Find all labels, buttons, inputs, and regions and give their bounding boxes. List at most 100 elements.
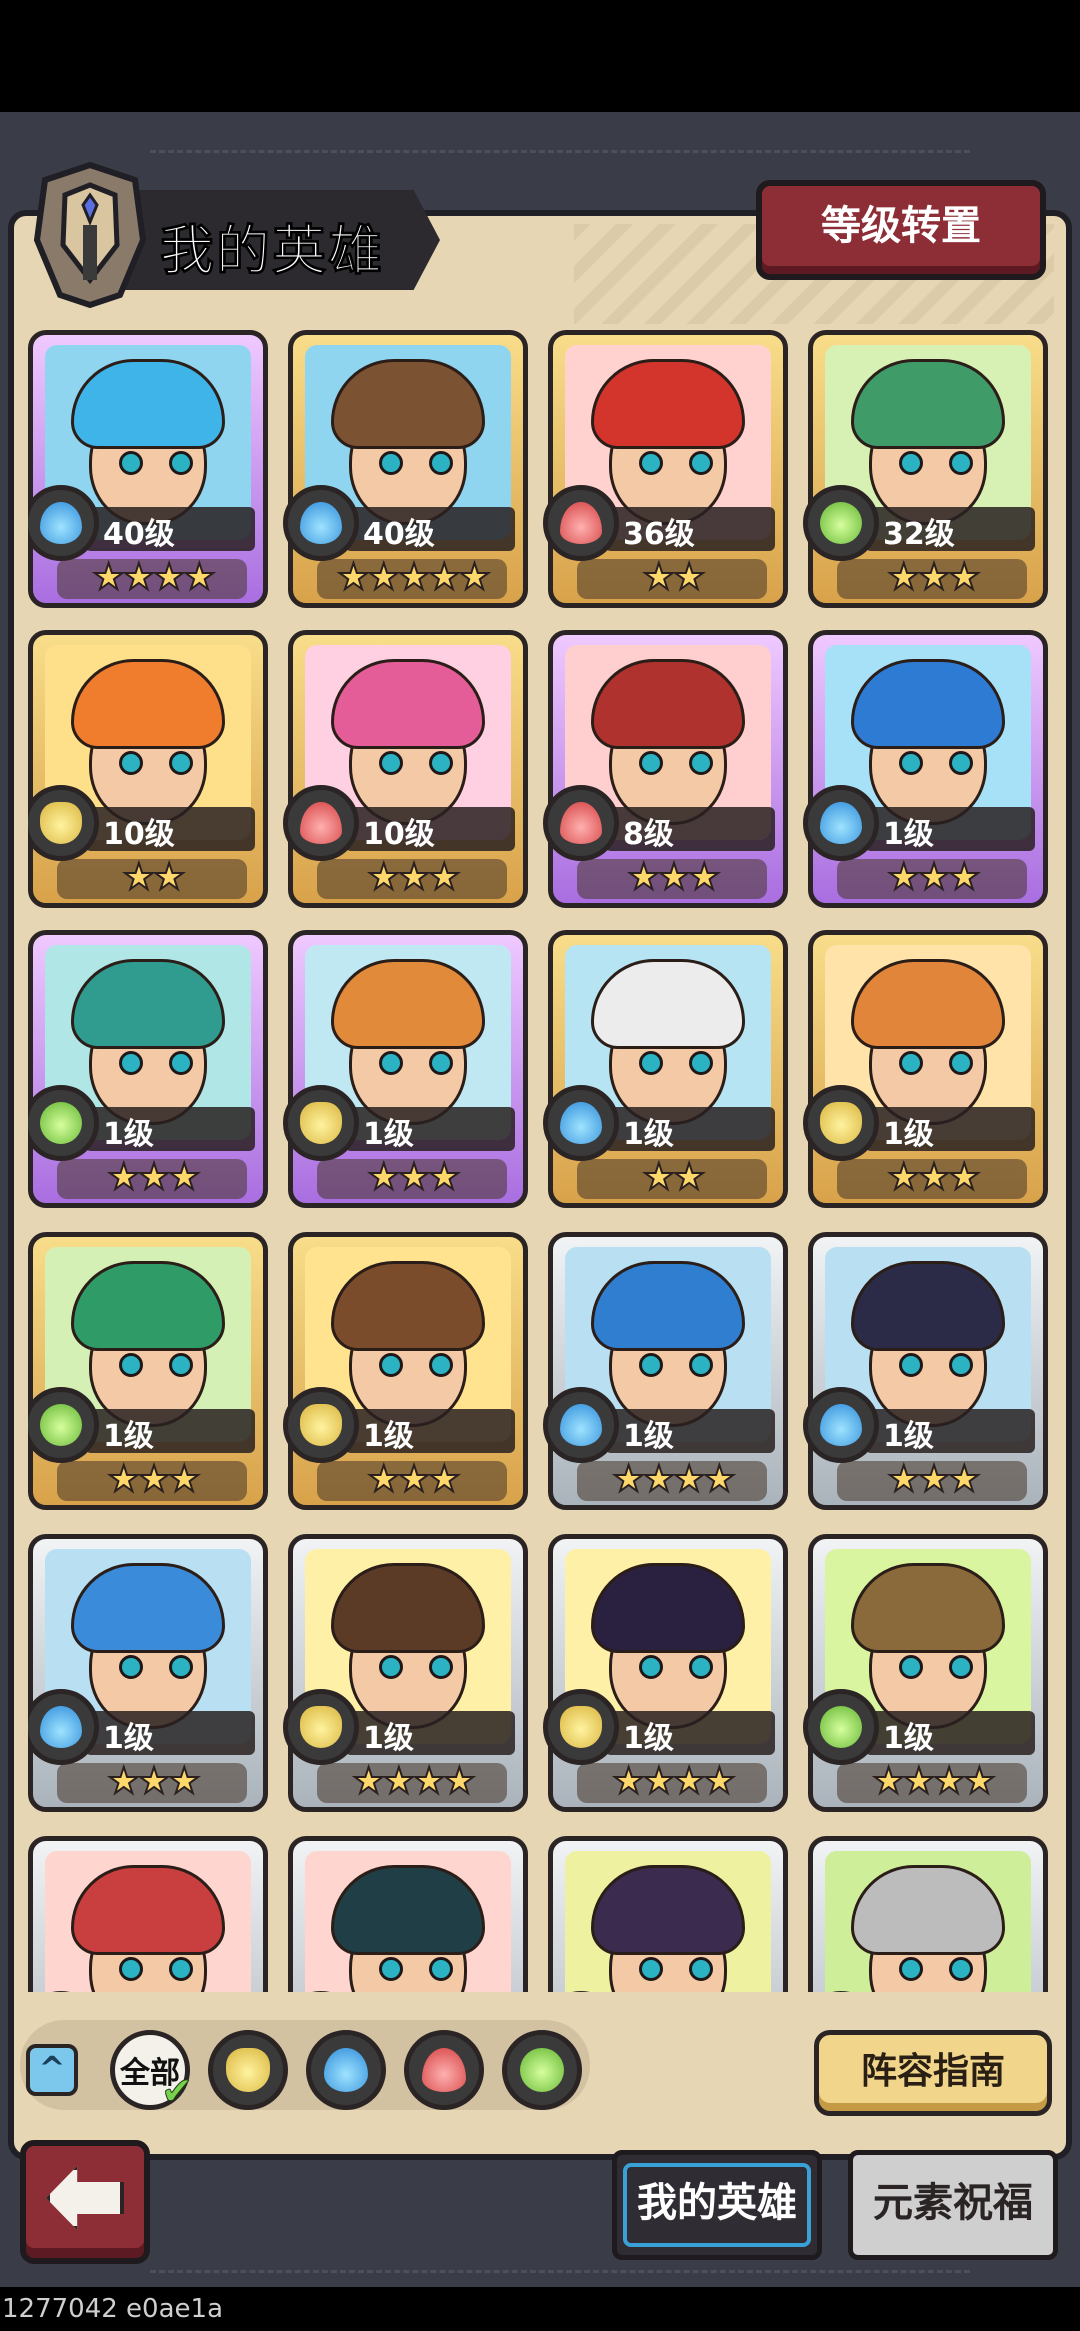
hero-eye — [119, 1655, 143, 1679]
hero-card[interactable]: 36级 ★★ — [543, 330, 788, 608]
hero-eye — [379, 1353, 403, 1377]
hero-card[interactable]: 1级 ★★★★ — [543, 1232, 788, 1510]
hero-card[interactable]: 32级 ★★★ — [803, 330, 1048, 608]
hero-card[interactable]: 1级 ★★★ — [28, 1534, 268, 1812]
filter-water-button[interactable] — [306, 2030, 386, 2110]
hero-card[interactable]: 40级 ★★★★ — [28, 330, 268, 608]
hero-eye — [689, 751, 713, 775]
hero-card[interactable]: 1级 ★★ — [543, 930, 788, 1208]
hero-hair — [851, 1563, 1005, 1653]
lineup-guide-label: 阵容指南 — [860, 2051, 1005, 2092]
hero-level: 1级 — [103, 1419, 154, 1454]
hero-eye — [379, 1051, 403, 1075]
hero-card[interactable]: 1级 ★★★ — [803, 630, 1048, 908]
hero-level: 10级 — [363, 817, 435, 852]
hero-hair — [851, 359, 1005, 449]
fire-element-icon — [543, 785, 619, 861]
back-button[interactable] — [20, 2140, 150, 2264]
filter-earth-button[interactable] — [208, 2030, 288, 2110]
hero-card[interactable]: 1级 ★★★ — [283, 930, 528, 1208]
hero-hair — [851, 959, 1005, 1049]
hero-card[interactable] — [803, 1836, 1048, 1992]
star-rating: ★★★★ — [91, 556, 216, 599]
hero-eye — [689, 1051, 713, 1075]
hero-eye — [899, 451, 923, 475]
hero-card[interactable] — [28, 1836, 268, 1992]
hero-level: 1级 — [103, 1721, 154, 1756]
element-glyph — [820, 1102, 862, 1144]
star-rating: ★★★ — [887, 556, 982, 599]
hero-card[interactable] — [283, 1836, 528, 1992]
earth-element-icon — [803, 1085, 879, 1161]
hero-grid[interactable]: 40级 ★★★★ 40级 ★★★★★ 36级 ★★ 32级 ★★★ 10级 ★★ 10级 ★★★ 8级 ★… — [28, 330, 1052, 1992]
hero-eye — [429, 1051, 453, 1075]
hero-eye — [899, 1051, 923, 1075]
hero-card[interactable]: 1级 ★★★ — [28, 1232, 268, 1510]
tab-my-heroes[interactable]: 我的英雄 — [612, 2150, 822, 2260]
element-glyph — [560, 502, 602, 544]
element-glyph — [560, 1102, 602, 1144]
hero-card[interactable]: 10级 ★★ — [28, 630, 268, 908]
hero-hair — [851, 659, 1005, 749]
hero-hair — [71, 959, 225, 1049]
hero-card[interactable]: 1级 ★★★★ — [803, 1534, 1048, 1812]
hero-eye — [379, 751, 403, 775]
filter-wind-button[interactable] — [502, 2030, 582, 2110]
earth-element-icon — [543, 1689, 619, 1765]
build-id: 1277042 e0ae1a — [0, 2287, 1080, 2331]
hero-card[interactable]: 40级 ★★★★★ — [283, 330, 528, 608]
element-glyph — [300, 1404, 342, 1446]
hero-level: 1级 — [363, 1721, 414, 1756]
wind-element-icon — [520, 2048, 564, 2092]
hero-eye — [639, 1655, 663, 1679]
star-rating: ★★★★★ — [336, 556, 491, 599]
status-bar-area — [0, 0, 1080, 112]
hero-level: 1级 — [883, 1419, 934, 1454]
hero-card[interactable]: 10级 ★★★ — [283, 630, 528, 908]
hero-card[interactable]: 1级 ★★★★ — [543, 1534, 788, 1812]
hero-card[interactable]: 1级 ★★★ — [283, 1232, 528, 1510]
hero-eye — [169, 751, 193, 775]
lineup-guide-button[interactable]: 阵容指南 — [814, 2030, 1052, 2116]
star-rating: ★★★★ — [871, 1760, 996, 1803]
fire-element-icon — [543, 485, 619, 561]
hero-card[interactable]: 1级 ★★★ — [803, 930, 1048, 1208]
hero-eye — [639, 751, 663, 775]
hero-hair — [851, 1261, 1005, 1351]
star-rating: ★★★ — [107, 1760, 202, 1803]
hero-card[interactable] — [543, 1836, 788, 1992]
hero-eye — [899, 1353, 923, 1377]
star-rating: ★★★ — [887, 1458, 982, 1501]
filter-all-button[interactable]: 全部 ✔ — [110, 2030, 194, 2114]
hero-eye — [689, 1353, 713, 1377]
hero-card[interactable]: 1级 ★★★ — [28, 930, 268, 1208]
hero-level: 1级 — [623, 1721, 674, 1756]
hero-eye — [639, 1353, 663, 1377]
star-rating: ★★★ — [887, 856, 982, 899]
hero-level: 1级 — [883, 1117, 934, 1152]
checkmark-icon: ✔ — [161, 2069, 194, 2114]
hero-card[interactable]: 1级 ★★★ — [803, 1232, 1048, 1510]
filter-fire-button[interactable] — [404, 2030, 484, 2110]
star-rating: ★★★★ — [611, 1458, 736, 1501]
hero-level: 1级 — [623, 1419, 674, 1454]
hero-card[interactable]: 8级 ★★★ — [543, 630, 788, 908]
level-transfer-button[interactable]: 等级转置 — [756, 180, 1046, 280]
hero-hair — [331, 659, 485, 749]
hero-card[interactable]: 1级 ★★★★ — [283, 1534, 528, 1812]
star-rating: ★★★ — [367, 1156, 462, 1199]
element-glyph — [40, 802, 82, 844]
star-rating: ★★ — [642, 556, 707, 599]
earth-element-icon — [226, 2048, 270, 2092]
hero-level: 40级 — [103, 517, 175, 552]
hero-eye — [169, 1957, 193, 1981]
bottom-decoration — [150, 2270, 970, 2286]
hero-level: 40级 — [363, 517, 435, 552]
tab-element-blessing[interactable]: 元素祝福 — [848, 2150, 1058, 2260]
hero-hair — [591, 1261, 745, 1351]
wind-element-icon — [803, 485, 879, 561]
hero-eye — [119, 1353, 143, 1377]
chevron-up-icon[interactable]: ^ — [26, 2044, 78, 2096]
water-element-icon — [803, 1387, 879, 1463]
water-element-icon — [543, 1387, 619, 1463]
